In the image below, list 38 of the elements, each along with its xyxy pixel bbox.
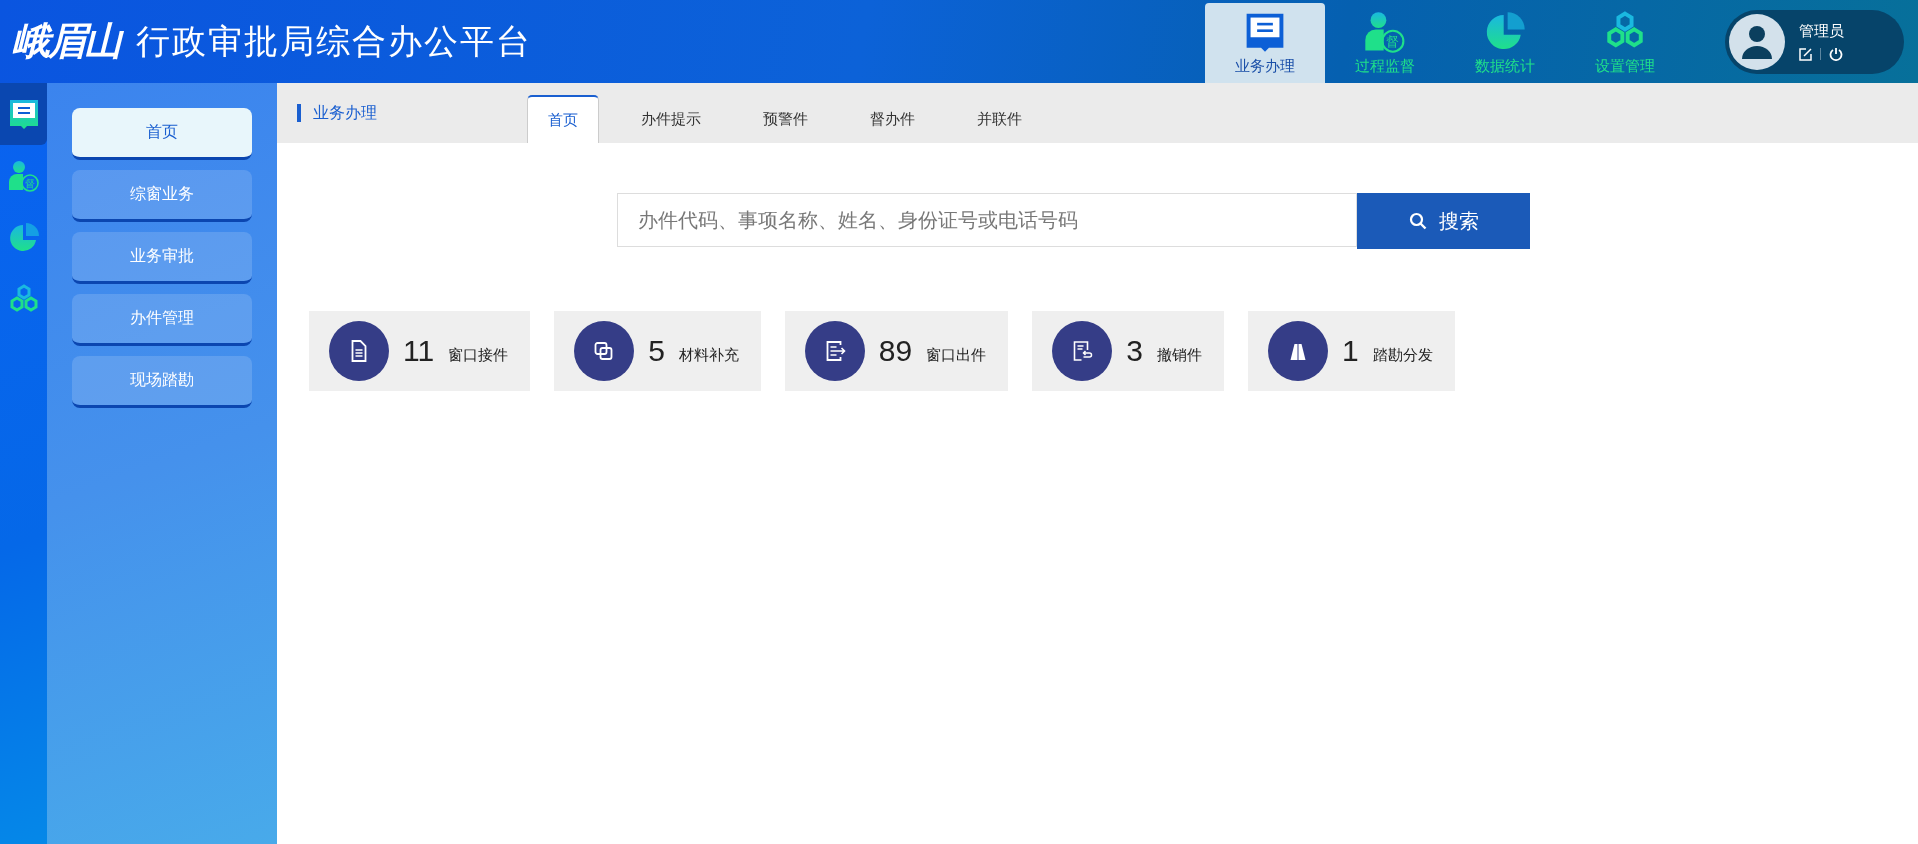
stat-label: 窗口出件 — [926, 345, 987, 365]
app-title: 行政审批局综合办公平台 — [136, 19, 532, 63]
stat-count: 1 — [1341, 334, 1359, 368]
stat-card[interactable]: 89 窗口出件 — [784, 311, 1009, 391]
search-button[interactable]: 搜索 — [1357, 193, 1530, 249]
module-tab[interactable]: 业务办理 — [1205, 3, 1325, 83]
inbox-icon — [7, 98, 40, 130]
search-field[interactable]: 办件代码、事项名称、姓名、身份证号或电话号码 — [617, 193, 1357, 247]
stat-label: 窗口接件 — [448, 345, 509, 365]
tab[interactable]: 并联件 — [957, 95, 1042, 143]
stat-count: 89 — [878, 334, 913, 368]
tab[interactable]: 督办件 — [850, 95, 935, 143]
stat-count: 3 — [1126, 334, 1143, 368]
stat-label: 材料补充 — [678, 345, 739, 365]
tab[interactable]: 办件提示 — [621, 95, 721, 143]
stat-count: 11 — [403, 334, 435, 368]
stat-label: 踏勘分发 — [1372, 345, 1433, 365]
avatar-icon — [1729, 13, 1785, 70]
edit-icon[interactable] — [1799, 47, 1812, 61]
power-icon[interactable] — [1829, 47, 1843, 61]
pie-chart-icon — [7, 222, 40, 254]
search-icon — [1408, 212, 1427, 230]
tab[interactable]: 预警件 — [743, 95, 828, 143]
module-tab[interactable]: 督 过程监督 — [1325, 3, 1445, 83]
stat-count: 5 — [648, 334, 665, 368]
module-tab[interactable]: 数据统计 — [1445, 3, 1565, 83]
breadcrumb-title: 业务办理 — [313, 102, 377, 124]
module-tab[interactable]: 设置管理 — [1565, 3, 1685, 83]
tab[interactable]: 首页 — [527, 95, 599, 143]
rail-item[interactable]: 督 — [0, 145, 47, 207]
stat-card[interactable]: 11 窗口接件 — [309, 311, 531, 391]
stat-card[interactable]: 5 材料补充 — [554, 311, 761, 391]
sidebar-item[interactable]: 首页 — [72, 108, 252, 160]
stat-card[interactable]: 1 踏勘分发 — [1247, 311, 1455, 391]
user-name: 管理员 — [1799, 22, 1844, 41]
undo-icon — [1071, 340, 1094, 362]
stat-label: 撤销件 — [1156, 345, 1202, 365]
stat-card[interactable]: 3 撤销件 — [1032, 311, 1224, 391]
